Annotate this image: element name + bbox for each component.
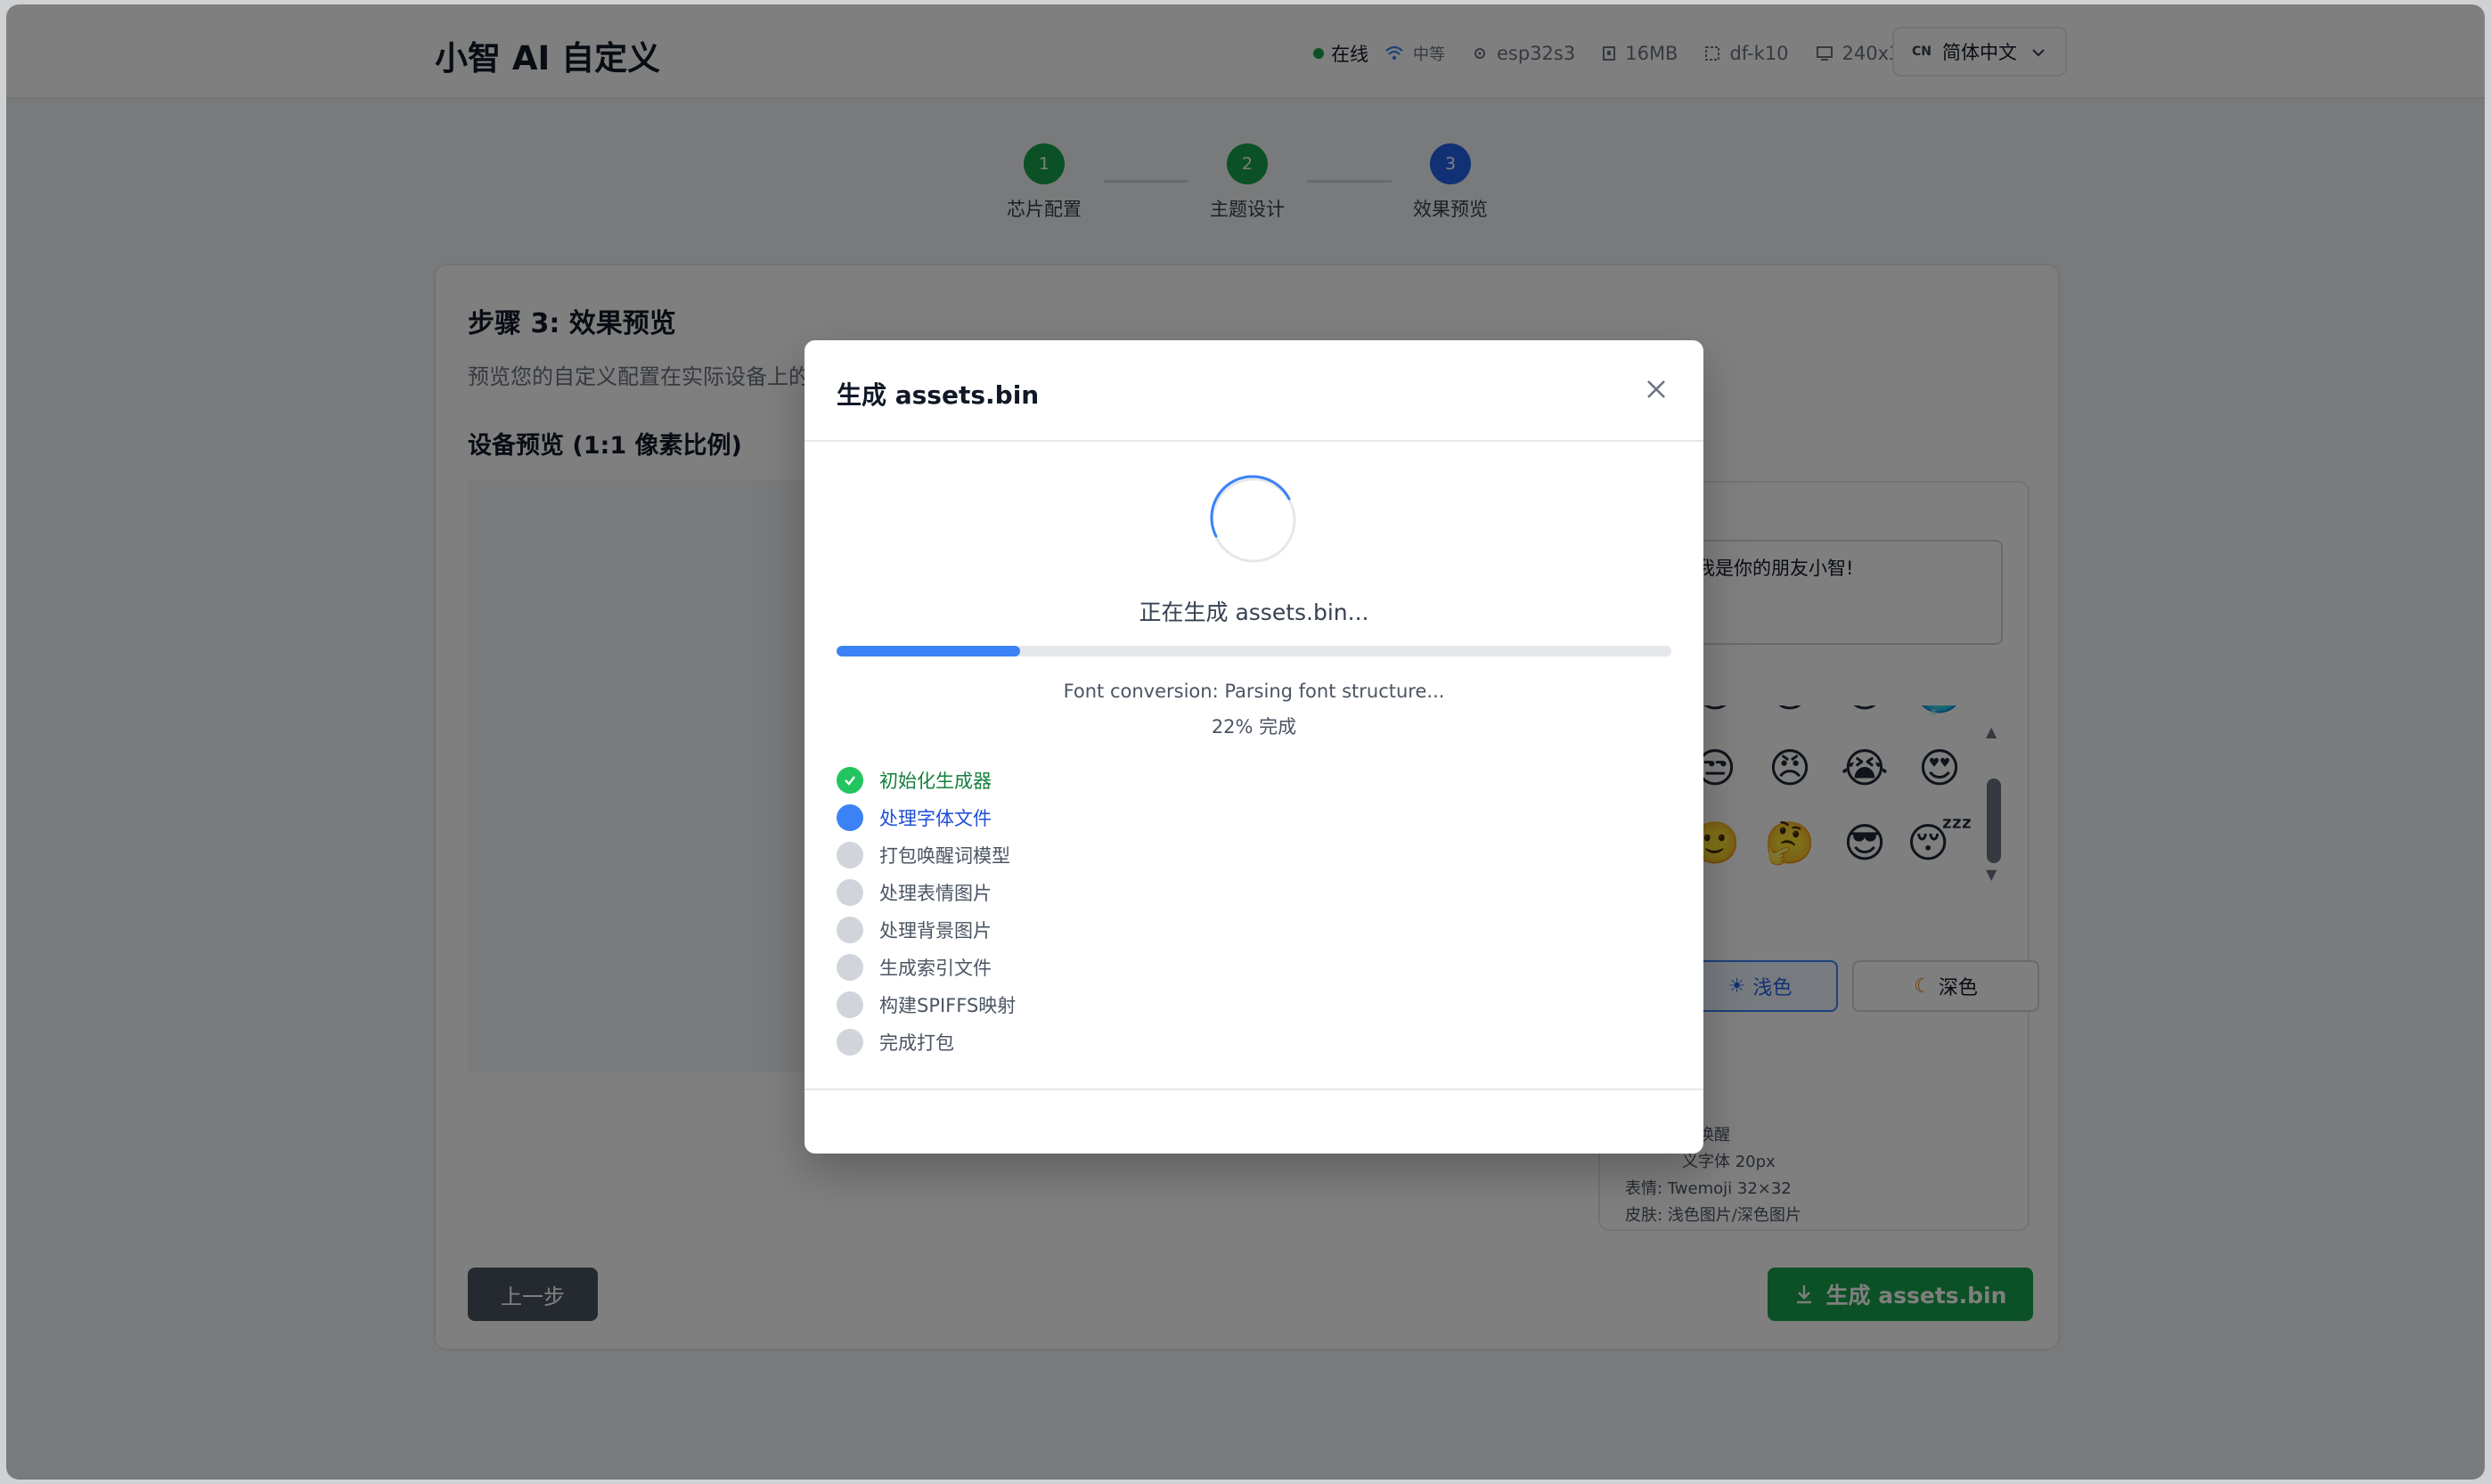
pending-step-icon	[837, 879, 863, 906]
generate-modal: 生成 assets.bin 正在生成 assets.bin... Font co…	[804, 340, 1703, 1154]
modal-title: 生成 assets.bin	[837, 380, 1040, 410]
pending-step-icon	[837, 917, 863, 943]
modal-footer-divider	[804, 1089, 1703, 1090]
generation-status: 正在生成 assets.bin...	[1139, 599, 1369, 625]
gen-step-label: 处理背景图片	[879, 920, 992, 942]
gen-step-label: 处理表情图片	[879, 883, 992, 904]
gen-step-label: 打包唤醒词模型	[879, 845, 1010, 867]
modal-header: 生成 assets.bin	[804, 340, 1703, 442]
close-icon[interactable]	[1643, 376, 1670, 403]
progress-percent: 22% 完成	[1211, 716, 1297, 738]
gen-step-label: 初始化生成器	[879, 771, 992, 792]
check-icon	[837, 767, 863, 794]
progress-bar	[837, 646, 1671, 656]
progress-fill	[837, 646, 1021, 656]
pending-step-icon	[837, 991, 863, 1018]
gen-step-label: 生成索引文件	[879, 958, 992, 979]
pending-step-icon	[837, 842, 863, 868]
app-window: 小智 AI 自定义 在线 中等 esp32s3 16MB	[6, 4, 2485, 1480]
progress-detail: Font conversion: Parsing font structure.…	[1063, 681, 1445, 702]
gen-step-label: 处理字体文件	[879, 808, 992, 829]
gen-step-finish: 完成打包	[837, 1028, 954, 1056]
gen-step-index: 生成索引文件	[837, 953, 992, 982]
gen-step-spiffs: 构建SPIFFS映射	[837, 991, 1016, 1019]
gen-step-font: 处理字体文件	[837, 803, 992, 832]
gen-step-emoji: 处理表情图片	[837, 878, 992, 907]
gen-step-init: 初始化生成器	[837, 766, 992, 795]
pending-step-icon	[837, 1029, 863, 1056]
gen-step-label: 完成打包	[879, 1032, 954, 1054]
gen-step-label: 构建SPIFFS映射	[879, 995, 1017, 1016]
gen-step-wakeword: 打包唤醒词模型	[837, 841, 1010, 869]
pending-step-icon	[837, 954, 863, 981]
gen-step-background: 处理背景图片	[837, 916, 992, 944]
active-step-icon	[837, 804, 863, 831]
loading-spinner-icon	[1207, 474, 1300, 567]
